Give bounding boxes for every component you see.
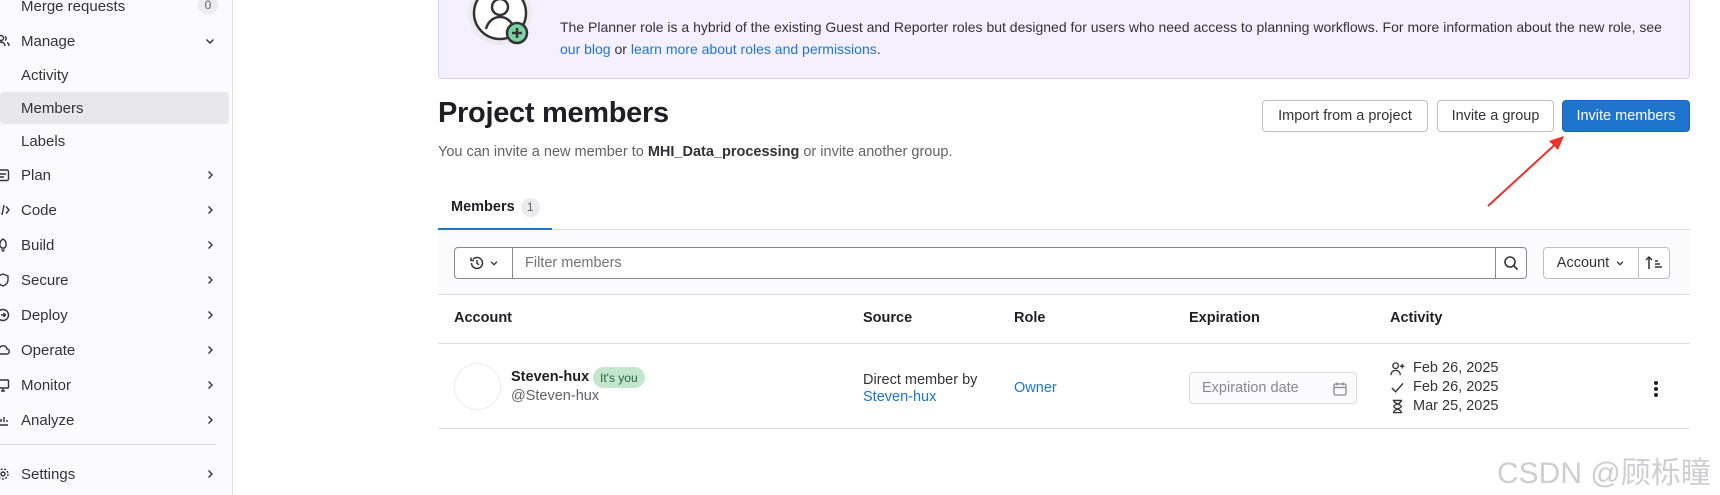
sidebar-item-label: Operate (21, 341, 76, 359)
expiration-date-input[interactable]: Expiration date (1189, 372, 1357, 404)
column-header-account: Account (454, 310, 512, 326)
sidebar-divider (0, 444, 216, 445)
recent-searches-button[interactable] (454, 247, 512, 279)
alert-text-middle: or (610, 41, 631, 57)
activity-user-created: Feb 26, 2025 (1390, 360, 1498, 376)
alert-message: The Planner role is a hybrid of the exis… (560, 16, 1670, 60)
merge-requests-count-badge: 0 (198, 0, 218, 14)
deployments-icon (0, 308, 10, 322)
invite-members-button[interactable]: Invite members (1562, 100, 1690, 132)
chevron-right-icon (208, 206, 213, 214)
sort-field-label: Account (1556, 255, 1610, 271)
user-add-illustration-icon (468, 0, 532, 45)
sidebar-item-label: Build (21, 236, 55, 254)
alert-text-before: The Planner role is a hybrid of the exis… (560, 19, 1662, 35)
activity-last-date: Mar 25, 2025 (1413, 398, 1499, 414)
more-actions-button[interactable] (1646, 378, 1666, 400)
sidebar: Merge requests 0 Manage Activity Members… (0, 0, 233, 495)
chevron-right-icon (208, 171, 213, 179)
member-name[interactable]: Steven-hux (511, 369, 589, 385)
sidebar-item-label: Activity (21, 66, 69, 84)
table-header-divider (438, 343, 1690, 344)
chevron-right-icon (208, 311, 213, 319)
members-tabs: Members 1 (438, 186, 1690, 230)
sidebar-item-label: Analyze (21, 411, 75, 429)
chart-icon (0, 417, 8, 426)
tab-count-badge: 1 (520, 197, 540, 217)
blog-link[interactable]: our blog (560, 41, 611, 57)
sort-direction-button[interactable] (1638, 247, 1670, 279)
sidebar-item-label: Deploy (21, 306, 68, 324)
page-subtitle: You can invite a new member to MHI_Data_… (438, 144, 953, 160)
chevron-right-icon (208, 381, 213, 389)
sidebar-item-label: Code (21, 201, 57, 219)
settings-icon (0, 468, 9, 480)
filter-bar: Account (438, 230, 1690, 295)
sidebar-item-label: Settings (21, 465, 76, 483)
chevron-right-icon (208, 276, 213, 284)
users-icon (0, 34, 10, 47)
tab-members[interactable]: Members 1 (438, 186, 552, 230)
table-row-divider (438, 428, 1690, 429)
monitor-icon (0, 379, 10, 392)
chevron-right-icon (208, 416, 213, 424)
sidebar-item-label: Secure (21, 271, 69, 289)
rocket-icon (0, 238, 7, 252)
invite-group-button[interactable]: Invite a group (1437, 100, 1554, 132)
member-source: Direct member by (863, 372, 978, 388)
chevron-right-icon (208, 241, 213, 249)
column-header-expiration: Expiration (1189, 310, 1260, 326)
sidebar-item-members[interactable]: Members (0, 92, 229, 124)
code-icon (0, 204, 10, 216)
activity-access-granted: Feb 26, 2025 (1390, 379, 1498, 395)
ellipsis-vertical-icon (1654, 381, 1658, 397)
sidebar-item-label: Members (21, 99, 84, 117)
hourglass-icon (1392, 399, 1403, 413)
planning-icon (0, 169, 10, 182)
sidebar-item-label: Plan (21, 166, 52, 184)
sort-field-dropdown[interactable]: Account (1543, 247, 1639, 279)
cloud-gear-icon (0, 345, 10, 355)
column-header-activity: Activity (1390, 310, 1443, 326)
subtitle-after: or invite another group. (799, 144, 953, 160)
page-title: Project members (438, 97, 669, 129)
chevron-down-icon (206, 39, 214, 44)
sidebar-item-label: Merge requests (21, 0, 126, 15)
sidebar-item-label: Manage (21, 32, 76, 50)
sort-ascending-icon (1645, 255, 1662, 269)
sidebar-item-label: Monitor (21, 376, 72, 394)
activity-created-date: Feb 26, 2025 (1413, 360, 1499, 376)
chevron-down-icon (1616, 261, 1624, 266)
subtitle-before: You can invite a new member to (438, 144, 648, 160)
roles-permissions-link[interactable]: learn more about roles and permissions (631, 41, 877, 57)
filter-members-input[interactable] (512, 247, 1496, 279)
member-source-link[interactable]: Steven-hux (863, 389, 936, 405)
user-add-icon (1390, 361, 1405, 375)
column-header-source: Source (863, 310, 913, 326)
chevron-down-icon (490, 261, 497, 266)
csdn-watermark: CSDN @顾栎瞳 (1497, 457, 1711, 490)
import-from-project-button[interactable]: Import from a project (1262, 100, 1428, 132)
its-you-badge: It's you (593, 367, 645, 388)
activity-last-activity: Mar 25, 2025 (1390, 398, 1498, 414)
avatar[interactable] (454, 363, 501, 410)
shield-icon (0, 273, 9, 287)
sidebar-item-label: Labels (21, 132, 66, 150)
check-icon (1391, 382, 1404, 393)
search-icon (1504, 256, 1519, 271)
tab-label: Members (451, 199, 515, 215)
planner-role-alert: The Planner role is a hybrid of the exis… (438, 0, 1690, 79)
chevron-right-icon (208, 470, 213, 478)
activity-granted-date: Feb 26, 2025 (1413, 379, 1499, 395)
search-button[interactable] (1495, 247, 1527, 279)
column-header-role: Role (1014, 310, 1046, 326)
member-role-link[interactable]: Owner (1014, 380, 1057, 396)
expiration-placeholder: Expiration date (1202, 380, 1299, 396)
alert-text-after: . (876, 41, 881, 57)
calendar-icon (1333, 382, 1347, 396)
chevron-right-icon (208, 346, 213, 354)
history-icon (469, 256, 483, 270)
member-username: @Steven-hux (511, 388, 600, 404)
project-name: MHI_Data_processing (647, 144, 800, 160)
